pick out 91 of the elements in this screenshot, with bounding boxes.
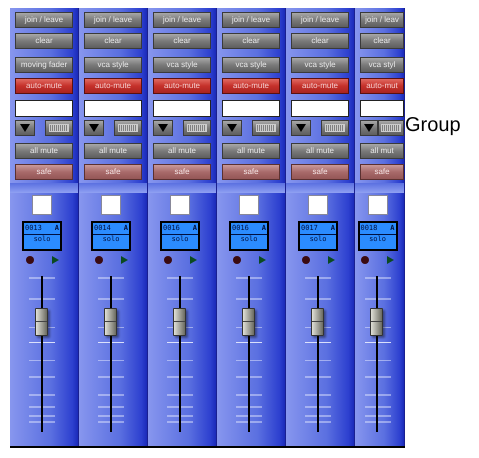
safe-button[interactable]: safe <box>15 164 73 180</box>
name-field[interactable] <box>84 100 142 117</box>
auto-mute-button[interactable]: auto-mute <box>84 78 142 94</box>
auto-mute-button[interactable]: auto-mute <box>222 78 280 94</box>
clear-button[interactable]: clear <box>84 33 142 49</box>
keyboard-icon <box>118 124 138 132</box>
safe-button[interactable]: safe <box>360 164 404 180</box>
auto-mute-button[interactable]: auto-mute <box>15 78 73 94</box>
name-field[interactable] <box>15 100 73 117</box>
play-icon <box>190 256 196 264</box>
play-icon <box>258 256 266 264</box>
all-mute-button[interactable]: all mute <box>153 143 211 159</box>
down-triangle-icon <box>89 124 99 132</box>
keyboard-button[interactable] <box>183 120 211 136</box>
record-dot-icon <box>232 256 240 264</box>
all-mute-button[interactable]: all mute <box>15 143 73 159</box>
clear-button[interactable]: clear <box>360 33 404 49</box>
record-dot-icon <box>164 256 172 264</box>
play-icon <box>52 256 58 264</box>
mode-button[interactable]: vca style <box>291 57 349 73</box>
keyboard-button[interactable] <box>45 120 73 136</box>
record-dot-icon <box>361 256 369 264</box>
name-field[interactable] <box>222 100 280 117</box>
dropdown-button[interactable] <box>360 120 378 136</box>
mode-button[interactable]: moving fader <box>15 57 73 73</box>
keyboard-icon <box>187 124 207 132</box>
dropdown-button[interactable] <box>153 120 173 136</box>
record-dot-icon <box>302 256 310 264</box>
all-mute-button[interactable]: all mute <box>291 143 349 159</box>
fader-thumb[interactable] <box>104 308 116 336</box>
play-icon <box>387 256 394 264</box>
mode-button[interactable]: vca styl <box>360 57 404 73</box>
join-leave-button[interactable]: join / leave <box>153 12 211 28</box>
play-icon <box>120 256 128 264</box>
down-triangle-icon <box>158 124 168 132</box>
keyboard-icon <box>325 124 345 132</box>
down-triangle-icon <box>227 124 237 132</box>
select-checkbox[interactable] <box>170 195 190 215</box>
keyboard-button[interactable] <box>252 120 280 136</box>
clear-button[interactable]: clear <box>222 33 280 49</box>
select-checkbox[interactable] <box>308 195 328 215</box>
safe-button[interactable]: safe <box>153 164 211 180</box>
name-field[interactable] <box>360 100 404 117</box>
clear-button[interactable]: clear <box>153 33 211 49</box>
dropdown-button[interactable] <box>15 120 35 136</box>
select-checkbox[interactable] <box>239 195 259 215</box>
join-leave-button[interactable]: join / leave <box>84 12 142 28</box>
all-mute-button[interactable]: all mute <box>84 143 142 159</box>
safe-button[interactable]: safe <box>222 164 280 180</box>
all-mute-button[interactable]: all mut <box>360 143 404 159</box>
fader-thumb[interactable] <box>242 308 254 336</box>
dropdown-button[interactable] <box>84 120 104 136</box>
join-leave-button[interactable]: join / leav <box>360 12 404 28</box>
select-checkbox[interactable] <box>101 195 121 215</box>
record-dot-icon <box>26 256 34 264</box>
all-mute-button[interactable]: all mute <box>222 143 280 159</box>
record-dot-icon <box>94 256 102 264</box>
fader-thumb[interactable] <box>370 308 383 336</box>
group-label: Group <box>405 113 461 138</box>
fader-thumb[interactable] <box>34 308 48 336</box>
join-leave-button[interactable]: join / leave <box>15 12 73 28</box>
name-field[interactable] <box>153 100 211 117</box>
keyboard-icon <box>49 124 69 132</box>
down-triangle-icon <box>364 124 374 132</box>
name-field[interactable] <box>291 100 349 117</box>
mode-button[interactable]: vca style <box>153 57 211 73</box>
select-checkbox[interactable] <box>32 195 52 215</box>
down-triangle-icon <box>20 124 30 132</box>
keyboard-icon <box>381 124 402 132</box>
clear-button[interactable]: clear <box>15 33 73 49</box>
safe-button[interactable]: safe <box>84 164 142 180</box>
dropdown-button[interactable] <box>222 120 242 136</box>
keyboard-icon <box>256 124 276 132</box>
mode-button[interactable]: vca style <box>222 57 280 73</box>
join-leave-button[interactable]: join / leave <box>291 12 349 28</box>
keyboard-button[interactable] <box>378 120 404 136</box>
select-checkbox[interactable] <box>368 195 388 215</box>
down-triangle-icon <box>296 124 306 132</box>
auto-mute-button[interactable]: auto-mut <box>360 78 404 94</box>
auto-mute-button[interactable]: auto-mute <box>153 78 211 94</box>
mode-button[interactable]: vca style <box>84 57 142 73</box>
keyboard-button[interactable] <box>321 120 349 136</box>
auto-mute-button[interactable]: auto-mute <box>291 78 349 94</box>
fader-thumb[interactable] <box>172 308 186 336</box>
play-icon <box>328 256 334 264</box>
fader-thumb[interactable] <box>310 308 324 336</box>
keyboard-button[interactable] <box>114 120 142 136</box>
dropdown-button[interactable] <box>291 120 311 136</box>
safe-button[interactable]: safe <box>291 164 349 180</box>
join-leave-button[interactable]: join / leave <box>222 12 280 28</box>
clear-button[interactable]: clear <box>291 33 349 49</box>
